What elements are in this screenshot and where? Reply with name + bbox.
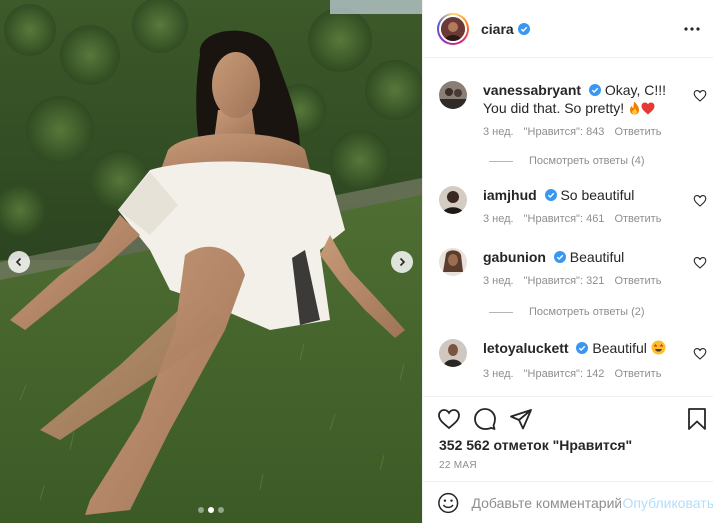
post-date: 22 МАЯ xyxy=(439,460,477,471)
replies-divider xyxy=(489,311,513,313)
commenter-avatar-image xyxy=(439,339,467,367)
author-avatar-image xyxy=(441,16,465,41)
comment-like-heart-icon[interactable] xyxy=(693,194,707,208)
fire-icon xyxy=(630,101,640,115)
comment-time[interactable]: 3 нед. xyxy=(483,368,514,380)
reply-button[interactable]: Ответить xyxy=(614,275,661,287)
comment-like-heart-icon[interactable] xyxy=(693,256,707,270)
more-horizontal-icon xyxy=(684,27,700,31)
comment-likes[interactable]: "Нравится": 142 xyxy=(524,368,605,380)
comment-username[interactable]: gabunion xyxy=(483,249,546,265)
verified-badge-icon xyxy=(517,22,530,35)
comment-icon[interactable] xyxy=(473,407,497,431)
instagram-post: ciara vanessabryant Okay, C!!! You did t… xyxy=(0,0,713,523)
commenter-avatar[interactable] xyxy=(439,339,467,367)
photo-image xyxy=(0,0,422,523)
carousel-dot xyxy=(198,507,204,513)
post-photo[interactable] xyxy=(0,0,422,523)
view-replies-label: Посмотреть ответы (2) xyxy=(529,306,645,318)
comment-username[interactable]: iamjhud xyxy=(483,187,537,203)
view-replies-button[interactable]: Посмотреть ответы (2) xyxy=(489,306,645,318)
verified-badge-icon xyxy=(544,189,557,201)
verified-badge-icon xyxy=(553,251,566,263)
heart-icon[interactable] xyxy=(437,407,461,431)
bookmark-icon[interactable] xyxy=(685,407,709,431)
more-options-button[interactable] xyxy=(682,20,702,38)
comment-text: Beautiful xyxy=(569,249,625,265)
share-icon[interactable] xyxy=(509,407,533,431)
emoji-smile-icon[interactable] xyxy=(437,491,459,515)
carousel-next-button[interactable] xyxy=(391,251,413,273)
verified-badge-icon xyxy=(588,84,601,96)
reply-button[interactable]: Ответить xyxy=(614,126,661,138)
comment-time[interactable]: 3 нед. xyxy=(483,126,514,138)
reply-button[interactable]: Ответить xyxy=(614,213,661,225)
carousel-indicator xyxy=(0,507,422,513)
commenter-avatar[interactable] xyxy=(439,186,467,214)
comment-username[interactable]: vanessabryant xyxy=(483,82,581,98)
view-replies-button[interactable]: Посмотреть ответы (4) xyxy=(489,155,645,167)
comment-like-heart-icon[interactable] xyxy=(693,89,707,103)
commenter-avatar[interactable] xyxy=(439,81,467,109)
red-heart-icon xyxy=(641,102,655,115)
comment-meta: 3 нед. "Нравится": 321 Ответить xyxy=(483,275,671,287)
comment-likes[interactable]: "Нравится": 321 xyxy=(524,275,605,287)
comment-text: So beautiful xyxy=(560,187,635,203)
comment-input[interactable] xyxy=(471,494,622,511)
commenter-avatar-image xyxy=(439,248,467,276)
reply-button[interactable]: Ответить xyxy=(614,368,661,380)
carousel-dot-active xyxy=(208,507,214,513)
publish-button[interactable]: Опубликовать xyxy=(622,495,713,511)
star-struck-icon xyxy=(651,340,666,355)
commenter-avatar-image xyxy=(439,186,467,214)
author-username[interactable]: ciara xyxy=(481,21,514,37)
chevron-right-icon xyxy=(399,257,406,267)
commenter-avatar-image xyxy=(439,81,467,109)
post-actions: 352 562 отметок "Нравится" 22 МАЯ xyxy=(423,396,713,486)
view-replies-label: Посмотреть ответы (4) xyxy=(529,155,645,167)
comment-meta: 3 нед. "Нравится": 461 Ответить xyxy=(483,213,671,225)
author-avatar[interactable] xyxy=(437,12,469,45)
comment-meta: 3 нед. "Нравится": 142 Ответить xyxy=(483,368,671,380)
post-likes-count[interactable]: 352 562 отметок "Нравится" xyxy=(439,437,632,453)
post-header: ciara xyxy=(423,0,713,58)
carousel-prev-button[interactable] xyxy=(8,251,30,273)
comment-like-heart-icon[interactable] xyxy=(693,347,707,361)
add-comment-bar: Опубликовать xyxy=(423,481,713,523)
post-side-panel: ciara vanessabryant Okay, C!!! You did t… xyxy=(422,0,713,523)
comment-text: Beautiful xyxy=(592,340,647,356)
comment-meta: 3 нед. "Нравится": 843 Ответить xyxy=(483,126,671,138)
commenter-avatar[interactable] xyxy=(439,248,467,276)
carousel-dot xyxy=(218,507,224,513)
chevron-left-icon xyxy=(15,257,22,267)
comment-time[interactable]: 3 нед. xyxy=(483,275,514,287)
comments-list: vanessabryant Okay, C!!! You did that. S… xyxy=(423,59,713,395)
comment-time[interactable]: 3 нед. xyxy=(483,213,514,225)
comment-likes[interactable]: "Нравится": 461 xyxy=(524,213,605,225)
verified-badge-icon xyxy=(576,342,589,354)
replies-divider xyxy=(489,160,513,162)
comment-likes[interactable]: "Нравится": 843 xyxy=(524,126,605,138)
comment-username[interactable]: letoyaluckett xyxy=(483,340,569,356)
